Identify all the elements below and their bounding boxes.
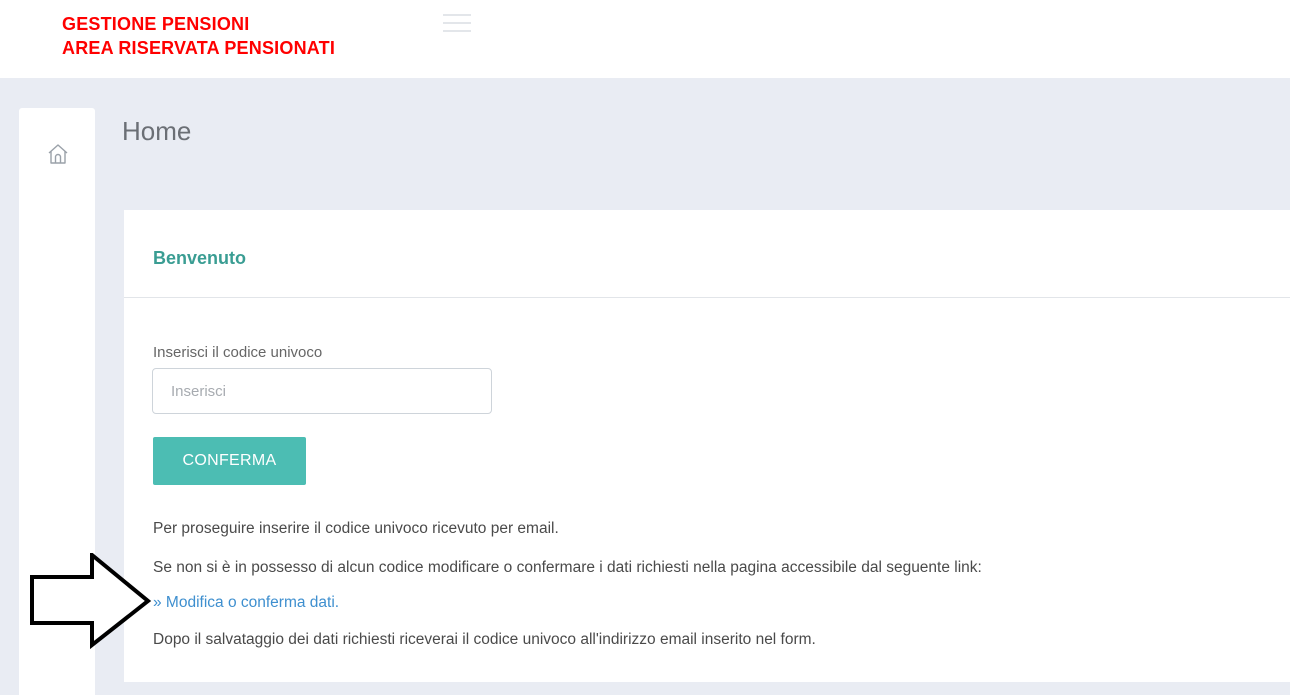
brand-line-1: GESTIONE PENSIONI — [62, 14, 250, 34]
hamburger-icon[interactable] — [443, 14, 471, 32]
code-input[interactable] — [152, 368, 492, 414]
info-text-line-4: Dopo il salvataggio dei dati richiesti r… — [153, 631, 816, 648]
confirm-button[interactable]: CONFERMA — [153, 437, 306, 485]
brand-logo-text[interactable]: GESTIONE PENSIONI AREA RISERVATA PENSION… — [62, 12, 335, 60]
top-bar: GESTIONE PENSIONI AREA RISERVATA PENSION… — [0, 0, 1290, 78]
welcome-card: Benvenuto Inserisci il codice univoco CO… — [124, 210, 1290, 682]
card-title: Benvenuto — [153, 248, 247, 268]
app-content-area: Home Benvenuto Inserisci il codice univo… — [0, 78, 1290, 695]
page-title: Home — [122, 116, 192, 146]
home-icon[interactable] — [46, 142, 70, 166]
arrow-right-icon — [30, 550, 155, 650]
card-divider — [124, 297, 1290, 298]
code-field-label: Inserisci il codice univoco — [153, 344, 323, 361]
info-text-line-2: Se non si è in possesso di alcun codice … — [153, 559, 982, 576]
brand-line-2: AREA RISERVATA PENSIONATI — [62, 38, 336, 58]
info-text-line-1: Per proseguire inserire il codice univoc… — [153, 520, 559, 537]
edit-confirm-data-link[interactable]: » Modifica o conferma dati. — [153, 594, 339, 612]
